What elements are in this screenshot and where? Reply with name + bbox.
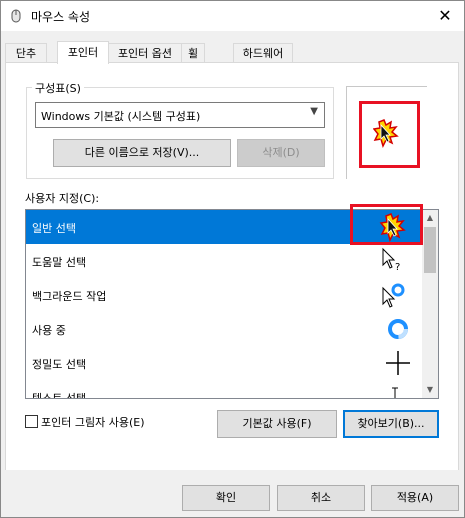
- scheme-select[interactable]: Windows 기본값 (시스템 구성표) ▼: [35, 102, 325, 128]
- tab-label: 포인터: [67, 46, 99, 59]
- cancel-button[interactable]: 취소: [277, 485, 365, 511]
- chevron-down-icon: ▼: [310, 106, 318, 117]
- use-default-button[interactable]: 기본값 사용(F): [217, 410, 337, 438]
- text-cursor-icon: [392, 387, 398, 398]
- chevron-down-icon[interactable]: ▼: [422, 382, 438, 398]
- mouse-properties-window: 마우스 속성 ✕ 단추 포인터 포인터 옵션 휠 하드웨어 구성표(S) Win…: [0, 0, 465, 518]
- scrollbar-thumb[interactable]: [424, 227, 436, 273]
- browse-label: 찾아보기(B)...: [357, 417, 425, 430]
- list-scrollbar[interactable]: ▲ ▼: [422, 210, 438, 398]
- list-item-label: 백그라운드 작업: [32, 290, 107, 303]
- selected-cursor-highlight-box: [350, 204, 423, 245]
- use-default-label: 기본값 사용(F): [242, 417, 312, 430]
- ok-button[interactable]: 확인: [182, 485, 270, 511]
- flame-arrow-cursor-icon: [373, 119, 399, 149]
- crosshair-cursor-icon: [386, 351, 410, 375]
- list-item[interactable]: 사용 중: [26, 312, 422, 346]
- working-cursor-icon: [382, 283, 405, 308]
- window-title: 마우스 속성: [31, 10, 91, 24]
- list-item[interactable]: 도움말 선택 ?: [26, 244, 422, 278]
- apply-label: 적용(A): [396, 491, 434, 504]
- delete-label: 삭제(D): [262, 146, 300, 159]
- browse-button[interactable]: 찾아보기(B)...: [343, 410, 439, 438]
- scheme-label: 구성표(S): [32, 80, 84, 96]
- list-item[interactable]: 정밀도 선택: [26, 346, 422, 380]
- scheme-value: Windows 기본값 (시스템 구성표): [41, 110, 201, 123]
- tab-label: 단추: [15, 47, 37, 60]
- tab-label: 포인터 옵션: [117, 47, 173, 60]
- close-button[interactable]: ✕: [432, 4, 458, 28]
- delete-button[interactable]: 삭제(D): [237, 139, 325, 167]
- help-cursor-icon: ?: [382, 247, 400, 273]
- busy-cursor-icon: [388, 319, 408, 339]
- apply-button[interactable]: 적용(A): [371, 485, 459, 511]
- list-item[interactable]: 텍스트 선택: [26, 380, 422, 399]
- shadow-checkbox[interactable]: [25, 415, 38, 428]
- title-bar: 마우스 속성 ✕: [1, 1, 464, 31]
- mouse-icon: [11, 9, 21, 23]
- tab-wheel[interactable]: 휠: [181, 43, 205, 63]
- tab-label: 휠: [187, 47, 199, 60]
- tab-label: 하드웨어: [242, 47, 284, 60]
- svg-text:?: ?: [395, 262, 400, 273]
- list-item-label: 사용 중: [32, 324, 66, 337]
- list-item-label: 텍스트 선택: [32, 392, 87, 399]
- save-as-label: 다른 이름으로 저장(V)...: [84, 146, 200, 159]
- list-item-label: 정밀도 선택: [32, 358, 87, 371]
- cancel-label: 취소: [310, 491, 332, 504]
- tab-pointer-options[interactable]: 포인터 옵션: [108, 43, 182, 63]
- save-as-button[interactable]: 다른 이름으로 저장(V)...: [53, 139, 231, 167]
- list-item[interactable]: 백그라운드 작업: [26, 278, 422, 312]
- list-item-label: 도움말 선택: [32, 256, 87, 269]
- chevron-up-icon[interactable]: ▲: [422, 210, 438, 226]
- list-item-label: 일반 선택: [32, 222, 76, 235]
- ok-label: 확인: [215, 491, 237, 504]
- tab-pointers[interactable]: 포인터: [57, 41, 109, 64]
- shadow-label: 포인터 그림자 사용(E): [41, 416, 145, 429]
- tab-hardware[interactable]: 하드웨어: [233, 43, 293, 63]
- customize-label: 사용자 지정(C):: [25, 192, 100, 205]
- tab-buttons[interactable]: 단추: [5, 43, 47, 63]
